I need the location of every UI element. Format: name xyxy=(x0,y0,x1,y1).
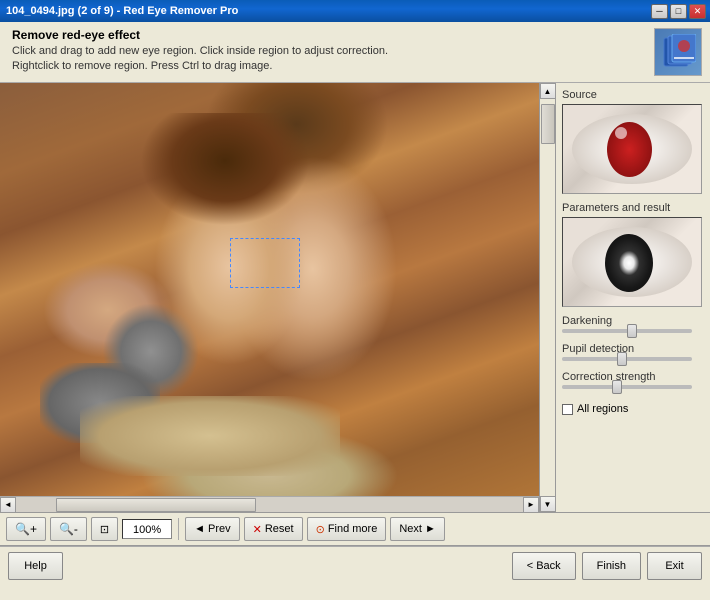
main-area: ◄ ► ▲ ▼ Source xyxy=(0,83,710,513)
vscroll-down-arrow[interactable]: ▼ xyxy=(540,496,556,512)
header-text: Remove red-eye effect Click and drag to … xyxy=(12,28,388,75)
toolbar: 🔍+ 🔍- ⊡ 100% ◄ Prev ✕ Reset ⊙ Find more … xyxy=(0,513,710,546)
image-panel-inner: ◄ ► ▲ ▼ xyxy=(0,83,555,512)
window-controls: ─ □ ✕ xyxy=(649,4,706,19)
source-eye-preview xyxy=(563,105,701,193)
zoom-in-button[interactable]: 🔍+ xyxy=(6,517,46,541)
window-title: 104_0494.jpg (2 of 9) - Red Eye Remover … xyxy=(6,5,649,17)
darkening-slider-group: Darkening xyxy=(562,315,704,335)
find-more-icon: ⊙ xyxy=(316,523,325,536)
source-thumbnail xyxy=(562,104,702,194)
next-button[interactable]: Next ► xyxy=(390,517,445,541)
pupil-track[interactable] xyxy=(562,357,692,361)
photo-background xyxy=(0,83,539,496)
find-more-button[interactable]: ⊙ Find more xyxy=(307,517,387,541)
zoom-out-icon: 🔍- xyxy=(59,522,78,536)
person-overlay xyxy=(0,83,539,496)
maximize-button[interactable]: □ xyxy=(670,4,687,19)
find-more-label: Find more xyxy=(328,523,378,535)
result-eye-white xyxy=(572,227,692,297)
prev-button[interactable]: ◄ Prev xyxy=(185,517,240,541)
vscroll-up-arrow[interactable]: ▲ xyxy=(540,83,556,99)
darkening-thumb[interactable] xyxy=(627,324,637,338)
instruction-line2: Rightclick to remove region. Press Ctrl … xyxy=(12,59,388,74)
nav-buttons: < Back Finish Exit xyxy=(512,552,702,580)
zoom-display: 100% xyxy=(122,519,172,539)
params-label: Parameters and result xyxy=(562,202,704,214)
photo-container: ◄ ► xyxy=(0,83,539,512)
all-regions-checkbox[interactable] xyxy=(562,404,573,415)
result-pupil-dark xyxy=(605,234,653,292)
app-icon xyxy=(654,28,702,76)
fit-icon: ⊡ xyxy=(100,523,109,536)
instruction-title: Remove red-eye effect xyxy=(12,28,388,42)
image-panel[interactable]: ◄ ► ▲ ▼ xyxy=(0,83,555,512)
fit-button[interactable]: ⊡ xyxy=(91,517,118,541)
exit-button[interactable]: Exit xyxy=(647,552,702,580)
close-button[interactable]: ✕ xyxy=(689,4,706,19)
photo-area[interactable] xyxy=(0,83,539,496)
next-icon: ► xyxy=(425,523,436,535)
prev-icon: ◄ xyxy=(194,523,205,535)
correction-track[interactable] xyxy=(562,385,692,389)
darkening-track[interactable] xyxy=(562,329,692,333)
back-button[interactable]: < Back xyxy=(512,552,576,580)
zoom-out-button[interactable]: 🔍- xyxy=(50,517,87,541)
zoom-in-icon: 🔍+ xyxy=(15,522,37,536)
correction-label: Correction strength xyxy=(562,371,704,383)
correction-thumb[interactable] xyxy=(612,380,622,394)
vscroll-track[interactable] xyxy=(540,99,556,496)
minimize-button[interactable]: ─ xyxy=(651,4,668,19)
header: Remove red-eye effect Click and drag to … xyxy=(0,22,710,83)
pupil-thumb[interactable] xyxy=(617,352,627,366)
hscroll-track[interactable] xyxy=(16,497,523,513)
correction-slider-group: Correction strength xyxy=(562,371,704,391)
horizontal-scrollbar[interactable]: ◄ ► xyxy=(0,496,539,512)
separator-1 xyxy=(178,518,179,540)
finish-button[interactable]: Finish xyxy=(582,552,641,580)
source-label: Source xyxy=(562,89,704,101)
pupil-label: Pupil detection xyxy=(562,343,704,355)
bottom-bar: Help < Back Finish Exit xyxy=(0,546,710,585)
prev-label: Prev xyxy=(208,523,231,535)
hscroll-thumb[interactable] xyxy=(56,498,256,512)
all-regions-row: All regions xyxy=(562,403,704,415)
app-logo-icon xyxy=(660,34,696,70)
reset-icon: ✕ xyxy=(253,523,262,536)
eye-selection-region[interactable] xyxy=(230,238,300,288)
hscroll-left-arrow[interactable]: ◄ xyxy=(0,497,16,513)
right-panel: Source Parameters and result Darkening xyxy=(555,83,710,512)
next-label: Next xyxy=(399,523,422,535)
result-thumbnail xyxy=(562,217,702,307)
reset-label: Reset xyxy=(265,523,294,535)
hscroll-right-arrow[interactable]: ► xyxy=(523,497,539,513)
vertical-scrollbar[interactable]: ▲ ▼ xyxy=(539,83,555,512)
source-pupil-red xyxy=(607,122,652,177)
source-eye-white xyxy=(572,114,692,184)
reset-button[interactable]: ✕ Reset xyxy=(244,517,303,541)
title-bar: 104_0494.jpg (2 of 9) - Red Eye Remover … xyxy=(0,0,710,22)
all-regions-label: All regions xyxy=(577,403,628,415)
pupil-slider-group: Pupil detection xyxy=(562,343,704,363)
vscroll-thumb[interactable] xyxy=(541,104,555,144)
result-eye-preview xyxy=(563,218,701,306)
instruction-line1: Click and drag to add new eye region. Cl… xyxy=(12,44,388,59)
help-button[interactable]: Help xyxy=(8,552,63,580)
